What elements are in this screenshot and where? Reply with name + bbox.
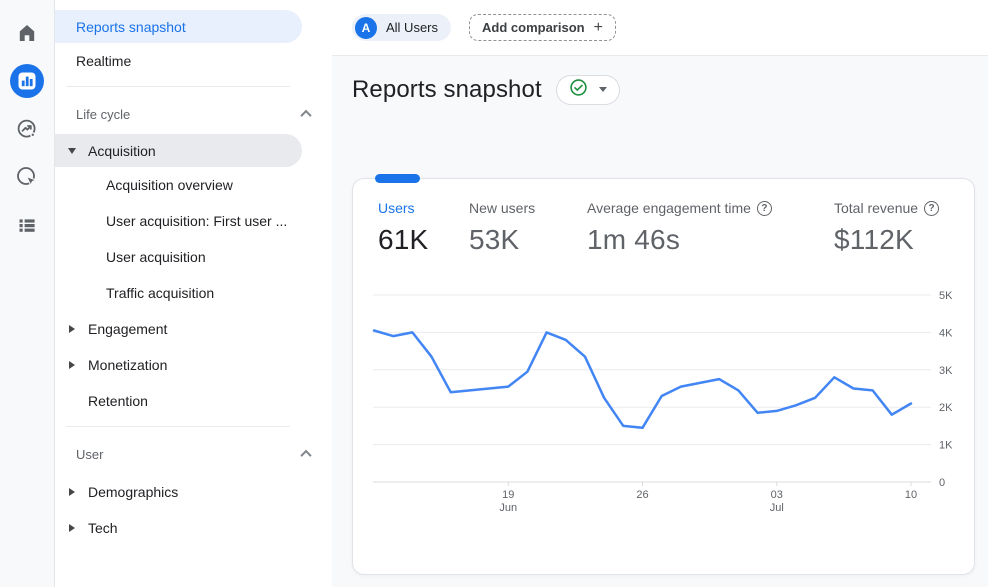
explore-icon <box>15 117 39 141</box>
collapsed-arrow-icon <box>67 325 76 333</box>
active-tab-indicator[interactable] <box>375 174 420 183</box>
sidebar-item-realtime[interactable]: Realtime <box>55 43 332 79</box>
comparison-bar: A All Users Add comparison + <box>332 0 988 56</box>
chevron-up-icon <box>300 110 311 121</box>
sidebar-item-reports-snapshot[interactable]: Reports snapshot <box>55 10 302 43</box>
caret-down-icon <box>599 87 607 92</box>
svg-text:5K: 5K <box>939 290 953 302</box>
svg-text:2K: 2K <box>939 402 953 414</box>
ga4-app: Reports snapshot Realtime Life cycle Acq… <box>0 0 988 587</box>
sidebar-item-label: User acquisition: First user ... <box>106 213 287 229</box>
collapsed-arrow-icon <box>67 524 76 532</box>
sidebar-section-life-cycle[interactable]: Life cycle <box>55 94 332 134</box>
sidebar-item-acquisition[interactable]: Acquisition <box>55 134 302 167</box>
section-title: Life cycle <box>76 107 130 122</box>
plus-icon: + <box>594 20 603 36</box>
page-title: Reports snapshot <box>352 76 542 104</box>
reports-snapshot-card: Users 61K New users 53K Average engageme… <box>352 178 975 575</box>
metric-label: Users <box>378 200 415 216</box>
svg-text:26: 26 <box>636 489 648 501</box>
sidebar-section-user[interactable]: User <box>55 434 332 474</box>
sidebar-item-acquisition-overview[interactable]: Acquisition overview <box>55 167 332 203</box>
nav-home-button[interactable] <box>10 16 44 50</box>
svg-text:Jul: Jul <box>770 502 784 514</box>
metric-value: $112K <box>834 224 939 256</box>
svg-text:3K: 3K <box>939 365 953 377</box>
metric-total-revenue[interactable]: Total revenue ? $112K <box>834 199 939 256</box>
sidebar-item-label: Acquisition <box>88 143 156 159</box>
sidebar-item-monetization[interactable]: Monetization <box>55 347 332 383</box>
nav-advertising-button[interactable] <box>10 160 44 194</box>
check-circle-icon <box>569 78 588 102</box>
svg-text:Jun: Jun <box>499 502 517 514</box>
svg-text:4K: 4K <box>939 327 953 339</box>
metric-value: 61K <box>378 224 428 256</box>
report-content: Reports snapshot Users 61K <box>332 56 988 587</box>
section-title: User <box>76 447 103 462</box>
sidebar-item-engagement[interactable]: Engagement <box>55 311 332 347</box>
audience-avatar: A <box>355 17 377 39</box>
nav-rail <box>0 0 55 587</box>
metric-label: Average engagement time <box>587 200 751 216</box>
collapsed-arrow-icon <box>67 361 76 369</box>
metric-value: 53K <box>469 224 535 256</box>
metric-new-users[interactable]: New users 53K <box>469 199 535 256</box>
collapsed-arrow-icon <box>67 488 76 496</box>
nav-reports-button[interactable] <box>10 64 44 98</box>
help-icon[interactable]: ? <box>924 201 939 216</box>
sidebar-item-demographics[interactable]: Demographics <box>55 474 332 510</box>
sidebar-item-user-acquisition[interactable]: User acquisition <box>55 239 332 275</box>
metric-value: 1m 46s <box>587 224 772 256</box>
sidebar-item-label: Reports snapshot <box>76 19 186 35</box>
nav-library-button[interactable] <box>10 208 44 242</box>
metric-label: Total revenue <box>834 200 918 216</box>
add-comparison-button[interactable]: Add comparison + <box>469 14 616 41</box>
svg-text:03: 03 <box>771 489 783 501</box>
svg-text:19: 19 <box>502 489 514 501</box>
svg-text:10: 10 <box>905 489 917 501</box>
bar-chart-icon <box>10 64 44 98</box>
home-icon <box>15 21 39 45</box>
metric-avg-engagement-time[interactable]: Average engagement time ? 1m 46s <box>587 199 772 256</box>
sidebar-item-user-acquisition-first-user[interactable]: User acquisition: First user ... <box>55 203 332 239</box>
svg-text:0: 0 <box>939 477 945 489</box>
sidebar-item-label: Traffic acquisition <box>106 285 214 301</box>
sidebar-item-label: User acquisition <box>106 249 206 265</box>
sidebar-divider <box>66 86 290 87</box>
nav-explore-button[interactable] <box>10 112 44 146</box>
sidebar-item-label: Monetization <box>88 357 167 373</box>
advertising-icon <box>15 165 39 189</box>
expand-arrow-icon <box>67 148 76 154</box>
sidebar-item-label: Demographics <box>88 484 178 500</box>
main-area: A All Users Add comparison + Reports sna… <box>332 0 988 587</box>
sidebar-item-label: Engagement <box>88 321 167 337</box>
sidebar-item-tech[interactable]: Tech <box>55 510 332 546</box>
sidebar-divider <box>66 426 290 427</box>
sidebar-item-label: Acquisition overview <box>106 177 233 193</box>
sidebar-item-label: Retention <box>88 393 148 409</box>
sidebar-item-label: Realtime <box>76 53 131 69</box>
metric-users[interactable]: Users 61K <box>378 199 428 256</box>
sidebar-item-retention[interactable]: Retention <box>55 383 332 419</box>
chevron-up-icon <box>300 450 311 461</box>
report-status-dropdown[interactable] <box>556 75 620 105</box>
sidebar-item-traffic-acquisition[interactable]: Traffic acquisition <box>55 275 332 311</box>
audience-chip-label: All Users <box>386 20 438 35</box>
library-icon <box>15 213 39 237</box>
users-line-chart[interactable]: 5K 4K 3K 2K 1K 0 19Jun 26 03Jul 10 <box>371 283 961 515</box>
add-comparison-label: Add comparison <box>482 20 585 35</box>
sidebar-item-label: Tech <box>88 520 118 536</box>
report-nav-sidebar: Reports snapshot Realtime Life cycle Acq… <box>55 0 332 587</box>
svg-text:1K: 1K <box>939 440 953 452</box>
metric-label: New users <box>469 200 535 216</box>
all-users-chip[interactable]: A All Users <box>352 14 451 41</box>
help-icon[interactable]: ? <box>757 201 772 216</box>
